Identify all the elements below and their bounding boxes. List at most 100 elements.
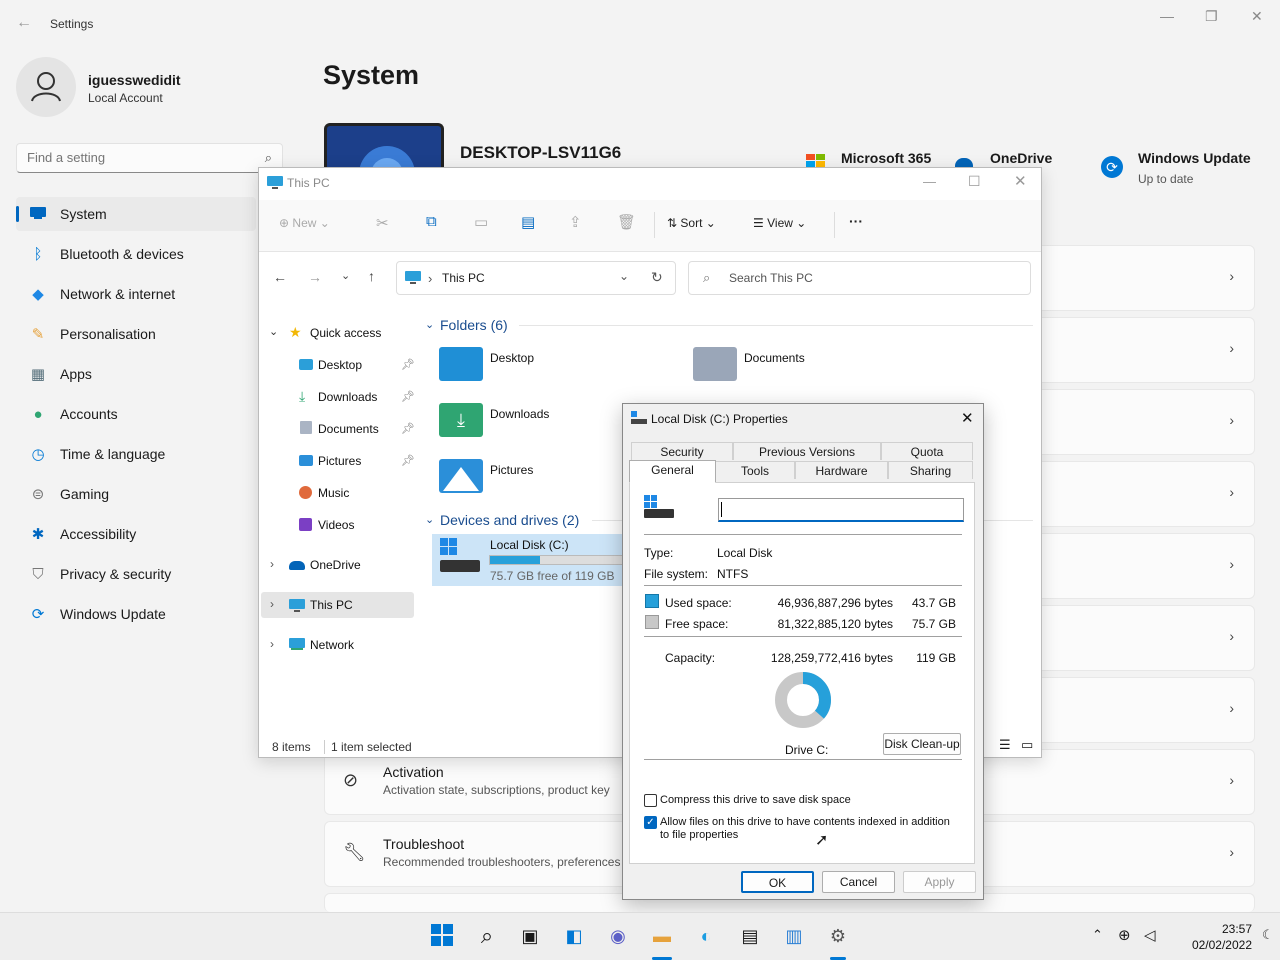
- nav-item-time-language[interactable]: ◷ Time & language: [16, 437, 256, 471]
- share-icon[interactable]: ⇪: [569, 213, 582, 231]
- folder-documents[interactable]: Documents: [744, 351, 805, 365]
- chevron-up-icon[interactable]: ⌃: [1092, 927, 1103, 943]
- tab-quota[interactable]: Quota: [881, 442, 973, 460]
- address-bar[interactable]: › This PC ⌄ ↻: [396, 261, 676, 295]
- nav-item-system[interactable]: System: [16, 197, 256, 231]
- nav-item-network[interactable]: ◆ Network & internet: [16, 277, 256, 311]
- volume-muted-icon[interactable]: ◁: [1144, 926, 1156, 944]
- up-arrow-icon[interactable]: ↑: [368, 268, 375, 284]
- pin-icon[interactable]: 📌︎: [401, 358, 415, 371]
- nav-item-bluetooth[interactable]: ᛒ Bluetooth & devices: [16, 237, 256, 271]
- settings-search[interactable]: ⌕: [16, 143, 283, 173]
- m365-tile-label[interactable]: Microsoft 365: [841, 150, 931, 166]
- nav-item-gaming[interactable]: ⊜ Gaming: [16, 477, 256, 511]
- delete-icon[interactable]: 🗑︎: [617, 213, 636, 231]
- apply-button[interactable]: Apply: [903, 871, 976, 893]
- tree-onedrive[interactable]: OneDrive: [310, 558, 361, 572]
- rename-icon[interactable]: ▤: [521, 213, 535, 231]
- moon-icon[interactable]: ☾: [1262, 927, 1274, 943]
- forward-arrow-icon[interactable]: →: [308, 269, 322, 285]
- folder-pictures[interactable]: Pictures: [490, 463, 533, 477]
- edge-icon[interactable]: ◐: [693, 923, 719, 949]
- search-icon[interactable]: ⌕: [474, 923, 500, 949]
- nav-item-personalisation[interactable]: ✎ Personalisation: [16, 317, 256, 351]
- tree-pictures[interactable]: Pictures: [318, 454, 361, 468]
- avatar[interactable]: [16, 57, 76, 117]
- folder-desktop[interactable]: Desktop: [490, 351, 534, 365]
- tree-network[interactable]: Network: [310, 638, 354, 652]
- chevron-right-icon[interactable]: ›: [270, 637, 274, 651]
- index-checkbox[interactable]: ✓: [644, 816, 657, 829]
- chevron-down-icon[interactable]: ⌄: [619, 269, 629, 283]
- chevron-down-icon[interactable]: ⌄: [425, 318, 434, 331]
- widgets-icon[interactable]: ◧: [561, 923, 587, 949]
- clock[interactable]: 23:57 02/02/2022: [1192, 921, 1252, 953]
- compress-checkbox[interactable]: [644, 794, 657, 807]
- task-view-icon[interactable]: ▣: [517, 923, 543, 949]
- view-button[interactable]: ☰ View ⌄: [753, 216, 806, 230]
- nav-item-accounts[interactable]: ● Accounts: [16, 397, 256, 431]
- tree-quick-access[interactable]: Quick access: [310, 326, 381, 340]
- new-button[interactable]: ⊕ New ⌄: [279, 216, 330, 230]
- copy-icon[interactable]: ⧉: [426, 213, 437, 230]
- cut-icon[interactable]: ✂: [376, 214, 389, 232]
- minimize-icon[interactable]: —: [923, 174, 936, 189]
- explorer-search[interactable]: ⌕ Search This PC: [688, 261, 1031, 295]
- start-button[interactable]: [429, 923, 455, 949]
- tab-sharing[interactable]: Sharing: [888, 461, 973, 479]
- pin-icon[interactable]: 📌︎: [401, 390, 415, 403]
- windows-update-tile-label[interactable]: Windows Update: [1138, 150, 1251, 166]
- drive-c-item[interactable]: Local Disk (C:) 75.7 GB free of 119 GB: [432, 534, 632, 586]
- chevron-down-icon[interactable]: ⌄: [425, 513, 434, 526]
- settings-gear-icon[interactable]: ⚙: [825, 923, 851, 949]
- back-arrow-icon[interactable]: ←: [16, 14, 32, 32]
- chevron-right-icon[interactable]: ›: [270, 557, 274, 571]
- nav-item-apps[interactable]: ▦ Apps: [16, 357, 256, 391]
- search-placeholder[interactable]: Search This PC: [729, 271, 813, 285]
- tab-security[interactable]: Security: [631, 442, 733, 460]
- back-arrow-icon[interactable]: ←: [273, 269, 287, 285]
- folder-downloads[interactable]: Downloads: [490, 407, 549, 421]
- close-icon[interactable]: ✕: [1251, 8, 1263, 25]
- chevron-right-icon[interactable]: ›: [270, 597, 274, 611]
- tree-documents[interactable]: Documents: [318, 422, 379, 436]
- more-options-button[interactable]: ···: [849, 213, 863, 229]
- notepad-icon[interactable]: ▥: [781, 923, 807, 949]
- refresh-icon[interactable]: ↻: [651, 269, 663, 286]
- tree-videos[interactable]: Videos: [318, 518, 354, 532]
- tree-this-pc[interactable]: This PC: [310, 598, 353, 612]
- chat-icon[interactable]: ◉: [605, 923, 631, 949]
- store-icon[interactable]: ▤: [737, 923, 763, 949]
- pin-icon[interactable]: 📌︎: [401, 422, 415, 435]
- nav-item-accessibility[interactable]: ✱ Accessibility: [16, 517, 256, 551]
- drive-label-input[interactable]: [718, 498, 964, 522]
- globe-icon[interactable]: ⊕: [1118, 926, 1131, 944]
- tab-hardware[interactable]: Hardware: [795, 461, 888, 479]
- explorer-titlebar[interactable]: This PC — ☐ ✕: [259, 168, 1041, 200]
- onedrive-tile-label[interactable]: OneDrive: [990, 150, 1052, 166]
- paste-icon[interactable]: ▭: [474, 213, 488, 231]
- sort-button[interactable]: ⇅ Sort ⌄: [667, 216, 716, 230]
- minimize-icon[interactable]: —: [1160, 8, 1174, 24]
- drives-group-header[interactable]: Devices and drives (2): [440, 512, 579, 528]
- tab-tools[interactable]: Tools: [715, 461, 795, 479]
- tab-general[interactable]: General: [629, 460, 716, 483]
- nav-item-windows-update[interactable]: ⟳ Windows Update: [16, 597, 256, 631]
- close-icon[interactable]: ✕: [1014, 172, 1027, 190]
- file-explorer-icon[interactable]: ▬: [649, 923, 675, 949]
- pin-icon[interactable]: 📌︎: [401, 454, 415, 467]
- close-icon[interactable]: ✕: [961, 409, 974, 427]
- nav-item-privacy[interactable]: ⛉ Privacy & security: [16, 557, 256, 591]
- chevron-down-icon[interactable]: ⌄: [269, 325, 278, 338]
- recent-locations-icon[interactable]: ⌄: [341, 269, 350, 282]
- tree-music[interactable]: Music: [318, 486, 349, 500]
- restore-icon[interactable]: ❐: [1205, 8, 1218, 25]
- folders-group-header[interactable]: Folders (6): [440, 317, 508, 333]
- details-view-icon[interactable]: ☰: [999, 737, 1011, 753]
- tree-downloads[interactable]: Downloads: [318, 390, 377, 404]
- ok-button[interactable]: OK: [741, 871, 814, 893]
- maximize-icon[interactable]: ☐: [968, 173, 981, 190]
- tree-desktop[interactable]: Desktop: [318, 358, 362, 372]
- search-input[interactable]: [17, 144, 247, 171]
- disk-cleanup-button[interactable]: Disk Clean-up: [883, 733, 961, 755]
